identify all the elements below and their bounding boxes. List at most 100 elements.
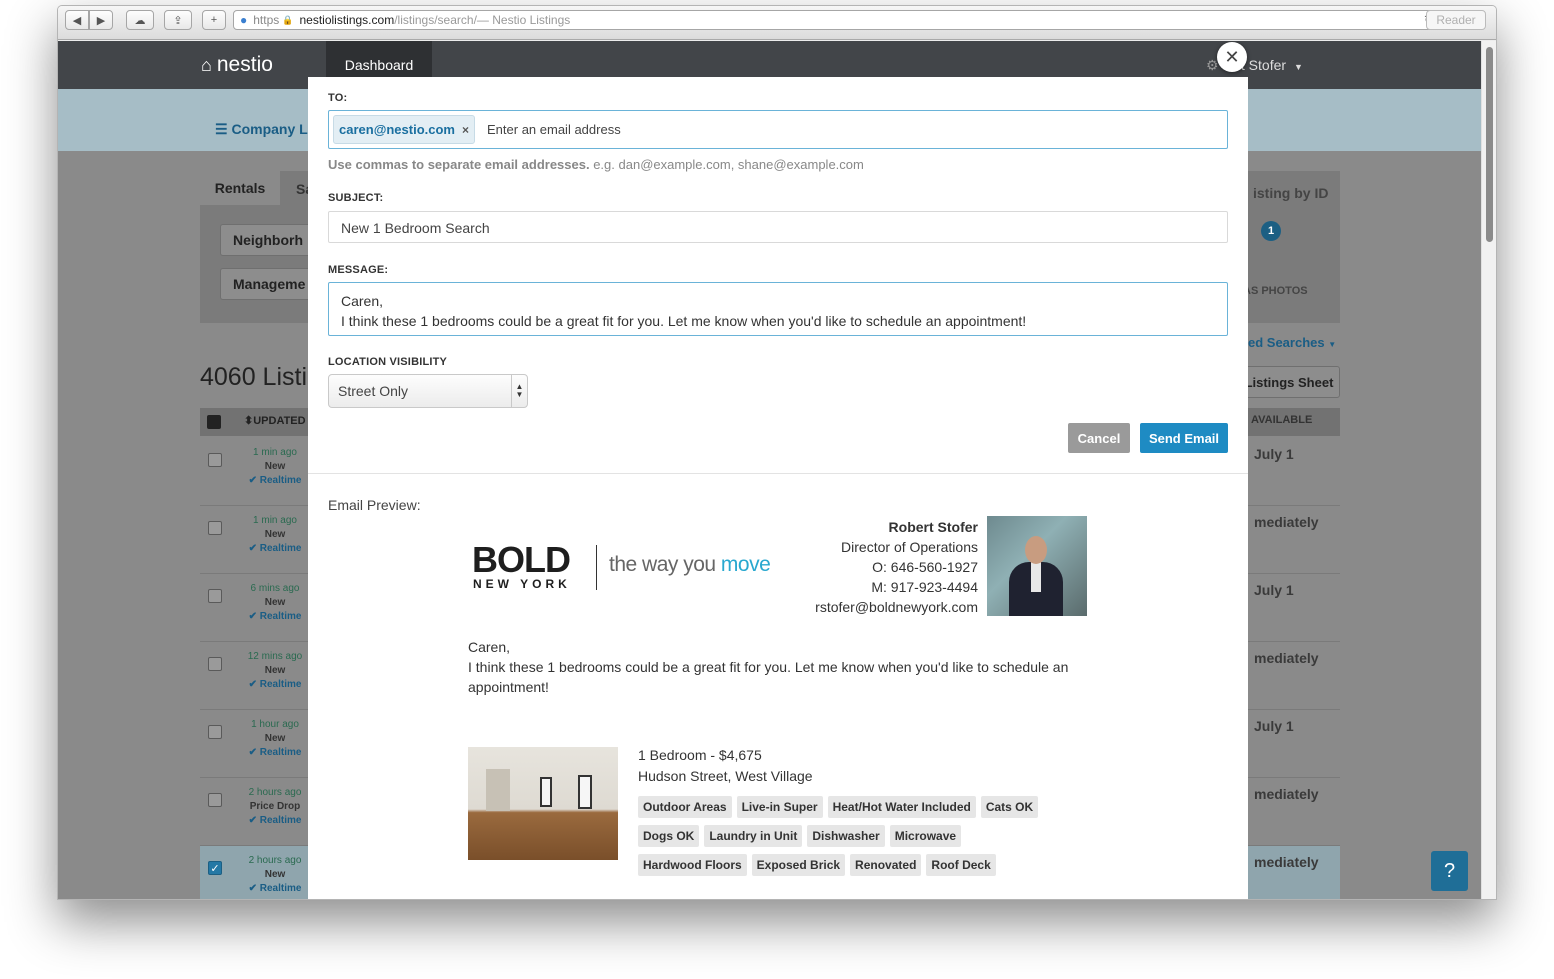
row-time: 1 hour ago: [251, 719, 299, 730]
forward-button[interactable]: ▶: [89, 10, 113, 30]
listings-sheet-button[interactable]: Listings Sheet: [1238, 366, 1340, 398]
visibility-value: Street Only: [338, 383, 409, 399]
row-checkbox[interactable]: [208, 453, 222, 467]
row-updated: 2 hours ago Price Drop ✔ Realtime: [240, 786, 310, 828]
divider: [308, 473, 1248, 474]
row-available: mediately: [1254, 854, 1319, 870]
cancel-button[interactable]: Cancel: [1068, 423, 1130, 453]
help-button[interactable]: ?: [1431, 851, 1468, 891]
column-available[interactable]: AVAILABLE: [1251, 414, 1312, 426]
icloud-icon[interactable]: ☁: [126, 10, 154, 30]
row-realtime-label: Realtime: [259, 815, 302, 826]
remove-recipient-icon[interactable]: ×: [462, 123, 469, 137]
help-text-bold: Use commas to separate email addresses.: [328, 157, 590, 172]
nestio-logo[interactable]: ⌂ nestio: [201, 53, 273, 77]
url-path: /listings/search/: [394, 13, 477, 27]
amenity-tag: Exposed Brick: [751, 854, 846, 876]
amenity-tag: Hardwood Floors: [638, 854, 747, 876]
has-photos-label[interactable]: AS PHOTOS: [1243, 285, 1308, 297]
scrollbar[interactable]: [1481, 41, 1496, 899]
listing-info: 1 Bedroom - $4,675 Hudson Street, West V…: [638, 745, 813, 787]
reader-button[interactable]: Reader: [1426, 10, 1486, 30]
agent-email: rstofer@boldnewyork.com: [815, 599, 978, 615]
agent-signature: Robert Stofer Director of Operations O: …: [788, 517, 978, 617]
agent-name: Robert Stofer: [888, 519, 978, 535]
amenity-tag: Dishwasher: [807, 825, 885, 847]
visibility-select[interactable]: Street Only ▲ ▼: [328, 374, 528, 408]
tab-rentals[interactable]: Rentals: [200, 171, 280, 205]
row-time: 1 min ago: [253, 447, 297, 458]
amenity-tag: Cats OK: [980, 796, 1039, 818]
send-email-button[interactable]: Send Email: [1140, 423, 1228, 453]
row-checkbox[interactable]: [208, 657, 222, 671]
row-status: New: [264, 461, 286, 472]
email-message: I think these 1 bedrooms could be a grea…: [468, 659, 1069, 695]
address-bar[interactable]: ● https 🔒 nestiolistings.com /listings/s…: [233, 10, 1443, 30]
listings-count: 4060 Listi: [200, 363, 308, 391]
row-time: 2 hours ago: [248, 855, 302, 866]
row-updated: 12 mins ago New ✔ Realtime: [240, 650, 310, 692]
list-icon: ☰: [215, 121, 228, 137]
saved-searches-label: ed Searches: [1248, 335, 1325, 350]
brand-separator: [596, 545, 597, 590]
amenity-tag: Renovated: [850, 854, 922, 876]
tagline-part-1: the way you: [609, 553, 721, 576]
email-greeting: Caren,: [468, 639, 511, 655]
browser-window: ◀ ▶ ☁ ⇪ + ● https 🔒 nestiolistings.com /…: [57, 5, 1497, 900]
row-realtime-label: Realtime: [259, 883, 302, 894]
row-realtime-label: Realtime: [259, 679, 302, 690]
new-tab-button[interactable]: +: [202, 10, 226, 30]
saved-searches-menu[interactable]: ed Searches ▼: [1248, 335, 1336, 350]
row-realtime-label: Realtime: [259, 475, 302, 486]
row-status: New: [264, 597, 286, 608]
row-checkbox[interactable]: [208, 725, 222, 739]
row-realtime: ✔ Realtime: [240, 610, 310, 624]
email-preview-label: Email Preview:: [328, 497, 421, 513]
select-arrows-icon: ▲ ▼: [511, 375, 527, 407]
listing-by-id-label[interactable]: isting by ID: [1253, 185, 1328, 201]
subject-input[interactable]: New 1 Bedroom Search: [328, 211, 1228, 243]
amenity-tag: Dogs OK: [638, 825, 700, 847]
message-textarea[interactable]: Caren, I think these 1 bedrooms could be…: [328, 282, 1228, 336]
house-icon: ⌂: [201, 54, 212, 75]
row-realtime: ✔ Realtime: [240, 882, 310, 896]
row-available: mediately: [1254, 650, 1319, 666]
listing-photo[interactable]: [468, 747, 618, 860]
amenity-tag: Live-in Super: [736, 796, 823, 818]
select-all-checkbox[interactable]: [207, 415, 221, 429]
scrollbar-thumb[interactable]: [1486, 47, 1493, 242]
row-checkbox[interactable]: [208, 521, 222, 535]
row-status: New: [264, 665, 286, 676]
agent-office-phone: O: 646-560-1927: [872, 559, 978, 575]
row-time: 1 min ago: [253, 515, 297, 526]
globe-icon: ●: [240, 13, 248, 27]
row-updated: 2 hours ago New ✔ Realtime: [240, 854, 310, 896]
row-updated: 6 mins ago New ✔ Realtime: [240, 582, 310, 624]
help-icon: ?: [1443, 859, 1456, 882]
close-icon[interactable]: ✕: [1217, 42, 1247, 72]
back-button[interactable]: ◀: [65, 10, 89, 30]
neighborhood-filter[interactable]: Neighborh: [220, 224, 320, 256]
management-filter[interactable]: Manageme: [220, 268, 320, 300]
check-icon: ✔: [248, 883, 260, 894]
message-label: MESSAGE:: [328, 264, 389, 276]
email-address-input[interactable]: [485, 121, 886, 138]
brand-tagline: the way you move: [609, 553, 771, 577]
amenity-tags: Outdoor Areas Live-in Super Heat/Hot Water…: [638, 796, 1058, 876]
row-checkbox[interactable]: [208, 793, 222, 807]
share-icon[interactable]: ⇪: [164, 10, 192, 30]
row-checkbox[interactable]: ✓: [208, 861, 222, 875]
message-line-2: I think these 1 bedrooms could be a grea…: [341, 313, 1027, 329]
to-field[interactable]: caren@nestio.com ×: [328, 110, 1228, 149]
email-modal: TO: caren@nestio.com × Use commas to sep…: [308, 77, 1248, 899]
row-time: 6 mins ago: [250, 583, 300, 594]
row-checkbox[interactable]: [208, 589, 222, 603]
company-link[interactable]: ☰ Company L: [215, 121, 308, 138]
amenity-tag: Laundry in Unit: [704, 825, 803, 847]
row-status: New: [264, 529, 286, 540]
page-viewport: ⌂ nestio Dashboard ⚙ ert Stofer ▼ ☰ Comp…: [58, 41, 1483, 899]
message-line-1: Caren,: [341, 293, 384, 309]
check-icon: ✔: [248, 747, 260, 758]
check-icon: ✔: [248, 679, 260, 690]
column-updated[interactable]: ⬍UPDATED: [244, 414, 306, 427]
